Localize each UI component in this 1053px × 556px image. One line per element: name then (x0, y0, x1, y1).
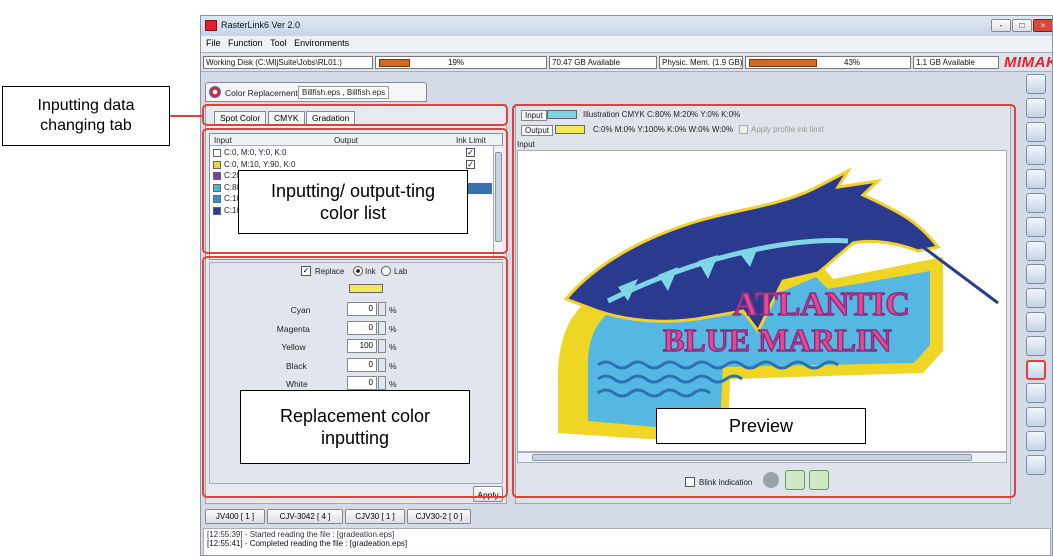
job-tab[interactable]: CJV30 [ 1 ] (345, 509, 405, 524)
rotate-icon[interactable] (1026, 240, 1046, 261)
minimize-button[interactable]: - (991, 19, 1011, 32)
job-tab[interactable]: CJV-3042 [ 4 ] (267, 509, 343, 524)
phys-mem-available: 1.1 GB Available (913, 56, 999, 69)
color-replacement-icon[interactable] (1026, 359, 1046, 380)
function-tab[interactable]: Color Replacement Billfish.eps , Billfis… (205, 82, 427, 102)
working-disk-fill (379, 59, 411, 67)
callout-list: Inputting/ output-ting color list (238, 170, 468, 234)
window-title: RasterLink6 Ver 2.0 (221, 20, 301, 30)
phys-mem-fill (749, 59, 818, 67)
document-icon[interactable] (1026, 169, 1046, 190)
layers-icon[interactable] (1026, 97, 1046, 118)
phys-mem-meter: 43% (745, 56, 911, 69)
printer-icon[interactable] (1026, 383, 1046, 404)
log-line-1: [12:55:39] - Started reading the file : … (207, 530, 395, 539)
job-tab[interactable]: JV400 [ 1 ] (205, 509, 265, 524)
grid-icon[interactable] (1026, 145, 1046, 166)
function-tab-label: Color Replacement (225, 88, 298, 98)
callout-tab: Inputting data changing tab (2, 86, 170, 146)
properties-icon[interactable] (1026, 431, 1046, 451)
close-button[interactable]: × (1033, 19, 1052, 32)
color-replacement-icon (209, 86, 221, 98)
working-disk-available: 70.47 GB Available (549, 56, 657, 69)
move-icon[interactable] (1026, 264, 1046, 285)
camera-icon[interactable] (1026, 216, 1046, 237)
mimaki-logo: Mimaki (1004, 54, 1052, 71)
working-disk-percent: 19% (448, 58, 465, 67)
frame-icon[interactable] (1026, 193, 1046, 213)
working-disk-meter: 19% (375, 56, 547, 69)
menu-tool[interactable]: Tool (270, 38, 287, 48)
title-bar: RasterLink6 Ver 2.0 - □ × (201, 16, 1052, 36)
phys-mem-label: Physic. Mem. (1.9 GB) (659, 56, 743, 69)
job-tab[interactable]: CJV30-2 [ 0 ] (407, 509, 471, 524)
working-disk-label: Working Disk (C:\MljSuite\Jobs\RL01:) (203, 56, 373, 69)
log-panel: [12:55:39] - Started reading the file : … (203, 528, 1051, 555)
function-tab-files: Billfish.eps , Billfish.eps (298, 86, 390, 99)
log-line-2: [12:55:41] - Completed reading the file … (207, 539, 408, 548)
resource-status-bar: Working Disk (C:\MljSuite\Jobs\RL01:) 19… (201, 52, 1052, 72)
paint-icon[interactable] (1026, 288, 1046, 309)
menu-file[interactable]: File (206, 38, 221, 48)
menu-function[interactable]: Function (228, 38, 263, 48)
menu-environments[interactable]: Environments (294, 38, 349, 48)
app-icon (205, 20, 217, 31)
pencil-icon[interactable] (1026, 74, 1046, 94)
callout-connector (170, 115, 202, 117)
refresh-icon[interactable] (1026, 335, 1046, 356)
callout-replacement: Replacement color inputting (240, 390, 470, 464)
scan-icon[interactable] (1026, 312, 1046, 332)
copy-icon[interactable] (1026, 407, 1046, 428)
gear-icon[interactable] (1026, 121, 1046, 142)
maximize-button[interactable]: □ (1012, 19, 1032, 32)
job-tabs: JV400 [ 1 ] CJV-3042 [ 4 ] CJV30 [ 1 ] CJV3… (203, 509, 1052, 525)
highlight-tab-area (202, 104, 508, 126)
trash-icon[interactable] (1026, 454, 1046, 475)
callout-preview: Preview (656, 408, 866, 444)
menu-bar: File Function Tool Environments (201, 36, 1052, 52)
phys-mem-percent: 43% (844, 58, 861, 67)
